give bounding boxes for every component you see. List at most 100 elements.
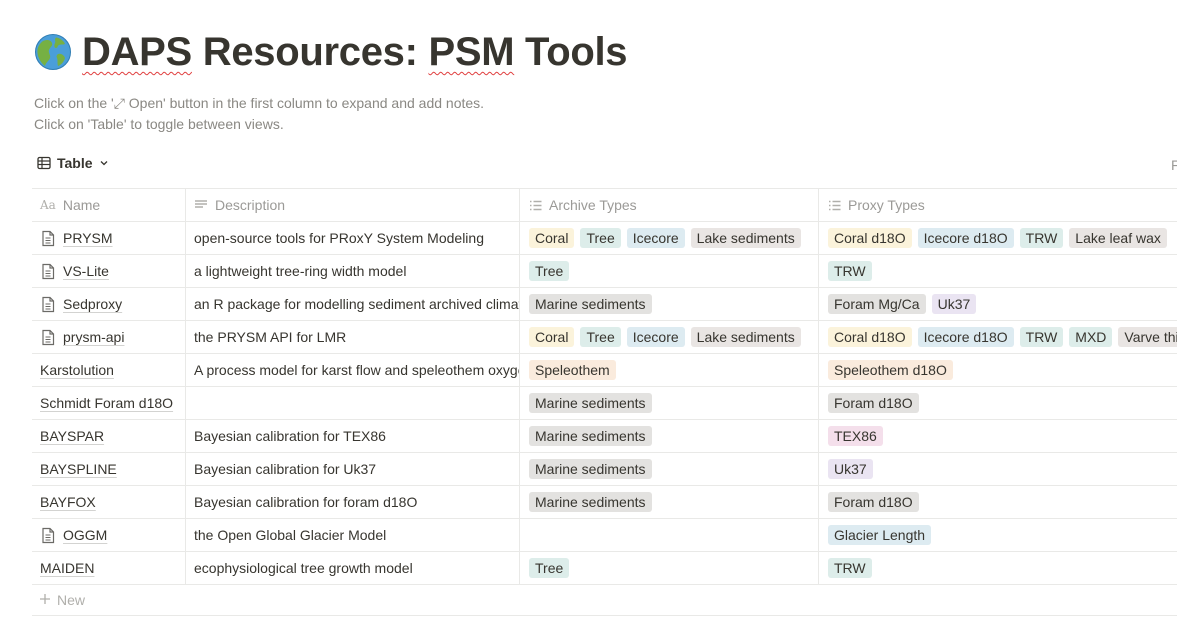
cell-description[interactable]: the Open Global Glacier Model <box>186 519 520 551</box>
cell-proxy-types[interactable]: Speleothem d18O <box>819 354 1177 386</box>
row-name-link[interactable]: BAYFOX <box>40 494 96 510</box>
proxy-type-tag: Icecore d18O <box>917 327 1014 347</box>
page-title[interactable]: DAPS Resources: PSM Tools <box>82 30 628 74</box>
cell-proxy-types[interactable]: Coral d18O Icecore d18O TRW Lake leaf wax <box>819 222 1177 254</box>
multi-select-icon <box>828 200 841 211</box>
cell-name[interactable]: PRYSM <box>32 222 186 254</box>
cell-description[interactable]: A process model for karst flow and spele… <box>186 354 520 386</box>
cell-archive-types[interactable]: Speleothem <box>520 354 819 386</box>
cell-description[interactable]: Bayesian calibration for Uk37 <box>186 453 520 485</box>
view-switcher-table[interactable]: Table <box>37 155 109 171</box>
table-row[interactable]: BAYSPAR Bayesian calibration for TEX86 Mar… <box>32 420 1177 453</box>
cell-archive-types[interactable]: Marine sediments <box>520 387 819 419</box>
row-name-link[interactable]: Karstolution <box>40 362 114 378</box>
cell-archive-types[interactable]: Marine sediments <box>520 288 819 320</box>
table-row[interactable]: MAIDEN ecophysiological tree growth model… <box>32 552 1177 585</box>
cell-archive-types[interactable]: Tree <box>520 552 819 584</box>
cell-name[interactable]: OGGM <box>32 519 186 551</box>
cell-description[interactable]: Bayesian calibration for foram d18O <box>186 486 520 518</box>
proxy-type-tag: Coral d18O <box>828 228 912 248</box>
table-row[interactable]: Schmidt Foram d18O Marine sediments Foram … <box>32 387 1177 420</box>
page-document-icon <box>40 296 56 313</box>
cell-description[interactable]: Bayesian calibration for TEX86 <box>186 420 520 452</box>
cell-name[interactable]: MAIDEN <box>32 552 186 584</box>
cell-description[interactable]: ecophysiological tree growth model <box>186 552 520 584</box>
cell-proxy-types[interactable]: TRW <box>819 552 1177 584</box>
row-name-link[interactable]: VS-Lite <box>63 263 109 279</box>
database-table: Aa Name Description Archive Types Proxy <box>32 188 1177 585</box>
cell-name[interactable]: Sedproxy <box>32 288 186 320</box>
title-word-psm: PSM <box>428 30 515 74</box>
proxy-type-tag: Uk37 <box>828 459 873 479</box>
proxy-type-tag: Lake leaf wax <box>1069 228 1167 248</box>
cell-description[interactable]: an R package for modelling sediment arch… <box>186 288 520 320</box>
table-row[interactable]: Karstolution A process model for karst fl… <box>32 354 1177 387</box>
archive-type-tag: Marine sediments <box>529 294 652 314</box>
cell-archive-types[interactable]: Marine sediments <box>520 420 819 452</box>
row-name-link[interactable]: MAIDEN <box>40 560 94 576</box>
table-row[interactable]: OGGM the Open Global Glacier Model Glacier… <box>32 519 1177 552</box>
table-row[interactable]: prysm-api the PRYSM API for LMR Coral Tree I… <box>32 321 1177 354</box>
cell-archive-types[interactable] <box>520 519 819 551</box>
cell-name[interactable]: Karstolution <box>32 354 186 386</box>
table-row[interactable]: VS-Lite a lightweight tree-ring width mod… <box>32 255 1177 288</box>
cell-proxy-types[interactable]: TEX86 <box>819 420 1177 452</box>
cell-proxy-types[interactable]: TRW <box>819 255 1177 287</box>
row-description-text: open-source tools for PRoxY System Model… <box>194 230 484 246</box>
cell-proxy-types[interactable]: Foram d18O <box>819 387 1177 419</box>
row-description-text: Bayesian calibration for Uk37 <box>194 461 377 477</box>
archive-type-tag: Icecore <box>626 228 685 248</box>
row-name-link[interactable]: PRYSM <box>63 230 113 246</box>
cell-proxy-types[interactable]: Coral d18OIcecore d18OTRWMXDVarve thickn… <box>819 321 1177 353</box>
cell-description[interactable]: the PRYSM API for LMR <box>186 321 520 353</box>
cell-description[interactable]: a lightweight tree-ring width model <box>186 255 520 287</box>
cell-archive-types[interactable]: Coral Tree Icecore Lake sediments <box>520 321 819 353</box>
row-name-link[interactable]: BAYSPAR <box>40 428 104 444</box>
proxy-type-tag: Foram d18O <box>828 492 919 512</box>
proxy-type-tag: Foram d18O <box>828 393 919 413</box>
cell-archive-types[interactable]: Tree <box>520 255 819 287</box>
column-header-proxy-types[interactable]: Proxy Types <box>819 189 1177 221</box>
add-new-row-button[interactable]: New <box>32 585 1177 616</box>
cell-name[interactable]: VS-Lite <box>32 255 186 287</box>
row-name-link[interactable]: OGGM <box>63 527 107 543</box>
cell-archive-types[interactable]: Marine sediments <box>520 453 819 485</box>
cell-name[interactable]: BAYFOX <box>32 486 186 518</box>
cell-name[interactable]: prysm-api <box>32 321 186 353</box>
row-name-link[interactable]: Schmidt Foram d18O <box>40 395 173 411</box>
proxy-type-tag: Icecore d18O <box>917 228 1014 248</box>
table-row[interactable]: BAYSPLINE Bayesian calibration for Uk37 Ma… <box>32 453 1177 486</box>
cell-description[interactable]: open-source tools for PRoxY System Model… <box>186 222 520 254</box>
title-word-resources: Resources: <box>191 30 429 74</box>
cell-archive-types[interactable]: Coral Tree Icecore Lake sediments <box>520 222 819 254</box>
globe-americas-icon[interactable] <box>34 33 72 71</box>
column-header-archive-types[interactable]: Archive Types <box>520 189 819 221</box>
row-name-link[interactable]: Sedproxy <box>63 296 122 312</box>
row-name-link[interactable]: prysm-api <box>63 329 124 345</box>
column-header-label: Archive Types <box>549 197 637 213</box>
clipped-toolbar-text[interactable]: F <box>1171 157 1177 173</box>
table-body: PRYSM open-source tools for PRoxY System … <box>32 222 1177 585</box>
table-row[interactable]: PRYSM open-source tools for PRoxY System … <box>32 222 1177 255</box>
row-name-link[interactable]: BAYSPLINE <box>40 461 117 477</box>
table-row[interactable]: Sedproxy an R package for modelling sedim… <box>32 288 1177 321</box>
archive-type-tag: Tree <box>529 261 570 281</box>
cell-proxy-types[interactable]: Foram Mg/Ca Uk37 <box>819 288 1177 320</box>
proxy-type-tag: Foram Mg/Ca <box>828 294 926 314</box>
cell-archive-types[interactable]: Marine sediments <box>520 486 819 518</box>
archive-type-tag: Marine sediments <box>529 492 652 512</box>
row-description-text: Bayesian calibration for foram d18O <box>194 494 418 510</box>
archive-type-tag: Tree <box>580 228 621 248</box>
cell-name[interactable]: BAYSPLINE <box>32 453 186 485</box>
multi-select-icon <box>529 200 542 211</box>
cell-description[interactable] <box>186 387 520 419</box>
cell-name[interactable]: BAYSPAR <box>32 420 186 452</box>
cell-proxy-types[interactable]: Uk37 <box>819 453 1177 485</box>
table-row[interactable]: BAYFOX Bayesian calibration for foram d18… <box>32 486 1177 519</box>
proxy-type-tag: Glacier Length <box>828 525 932 545</box>
column-header-name[interactable]: Aa Name <box>32 189 186 221</box>
cell-proxy-types[interactable]: Foram d18O <box>819 486 1177 518</box>
cell-proxy-types[interactable]: Glacier Length <box>819 519 1177 551</box>
cell-name[interactable]: Schmidt Foram d18O <box>32 387 186 419</box>
column-header-description[interactable]: Description <box>186 189 520 221</box>
